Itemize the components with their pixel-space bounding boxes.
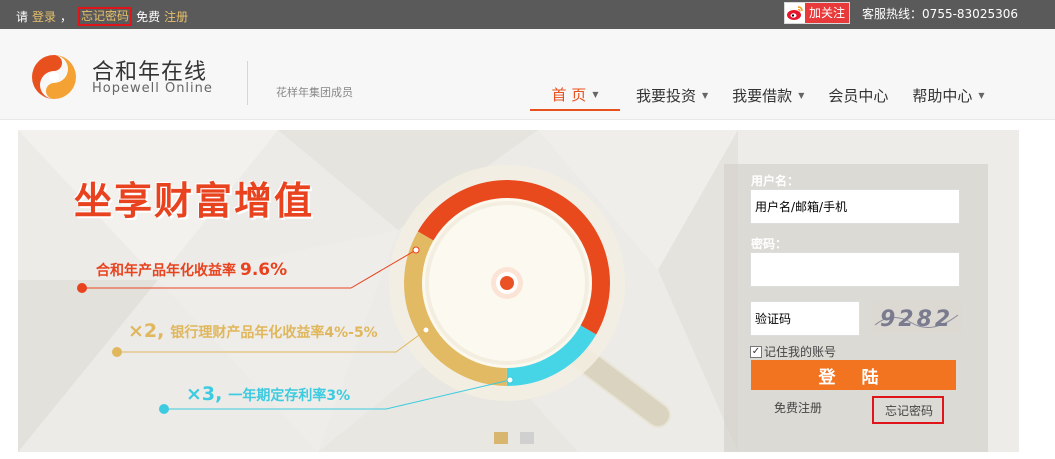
remember-checkbox[interactable]: ✓ — [750, 345, 762, 358]
main-nav: 首 页 ▼ 我要投资 ▼ 我要借款 ▼ 会员中心 帮助中心 ▼ — [530, 79, 1001, 111]
password-label: 密码： — [751, 237, 788, 251]
site-header: 合和年在线 Hopewell Online 花样年集团成员 首 页 ▼ 我要投资… — [0, 29, 1055, 120]
bank-yield-line: ×2, 银行理财产品年化收益率4%-5% — [128, 320, 378, 342]
register-link[interactable]: 注册 — [164, 8, 188, 25]
deposit-rate-text: 一年期定存利率3% — [228, 388, 351, 404]
product-yield-text: 合和年产品年化收益率 — [96, 263, 236, 279]
nav-help-center[interactable]: 帮助中心 ▼ — [904, 79, 992, 111]
banner-slogan: 坐享财富增值 — [74, 179, 315, 223]
password-input[interactable] — [750, 252, 960, 287]
free-register-link[interactable]: 免费注册 — [774, 399, 822, 416]
forgot-password-highlight: 忘记密码 — [872, 396, 944, 424]
product-yield-line: 合和年产品年化收益率 9.6% — [96, 260, 287, 280]
login-panel: 用户名： 密码： 9282 ✓ 记住我的账号 登 陆 免费注册 忘记密码 — [724, 164, 988, 452]
group-member-tagline: 花样年集团成员 — [276, 86, 353, 99]
captcha-image[interactable]: 9282 — [872, 301, 962, 334]
bank-yield-text: 银行理财产品年化收益率4%-5% — [170, 325, 378, 341]
follow-label: 加关注 — [809, 6, 846, 20]
top-bar-right: 加关注 客服热线：0755-83025306 — [784, 2, 1055, 24]
separator-comma: ， — [60, 10, 73, 24]
username-input[interactable] — [750, 189, 960, 224]
carousel-dot-2[interactable] — [520, 432, 534, 444]
nav-invest-label: 我要投资 — [636, 86, 697, 105]
login-submit-button[interactable]: 登 陆 — [751, 360, 956, 390]
captcha-text: 9282 — [880, 307, 953, 332]
chevron-down-icon: ▼ — [798, 90, 805, 100]
remember-me[interactable]: ✓ 记住我的账号 — [750, 343, 836, 360]
weibo-follow-button[interactable]: 加关注 — [784, 2, 851, 24]
weibo-icon — [785, 3, 806, 23]
deposit-multiplier: ×3, — [186, 383, 223, 405]
customer-hotline: 客服热线：0755-83025306 — [862, 6, 1018, 21]
forgot-password-link[interactable]: 忘记密码 — [885, 402, 933, 419]
forgot-password-link-top[interactable]: 忘记密码 — [78, 7, 133, 26]
deposit-rate-line: ×3, 一年期定存利率3% — [186, 383, 350, 405]
nav-member-center-label: 会员中心 — [828, 86, 889, 105]
nav-home[interactable]: 首 页 ▼ — [530, 79, 620, 111]
hopewell-logo-icon[interactable] — [24, 52, 84, 102]
carousel-dot-1[interactable] — [494, 432, 508, 444]
login-link[interactable]: 登录 — [32, 8, 56, 25]
nav-borrow[interactable]: 我要借款 ▼ — [724, 79, 812, 111]
username-label: 用户名： — [751, 174, 800, 188]
nav-borrow-label: 我要借款 — [732, 86, 793, 105]
captcha-input[interactable] — [750, 301, 860, 336]
chevron-down-icon: ▼ — [978, 90, 985, 100]
please-text: 请 — [16, 10, 29, 24]
nav-help-center-label: 帮助中心 — [912, 86, 973, 105]
product-yield-rate: 9.6% — [240, 260, 288, 280]
free-text: 免费 — [136, 10, 161, 24]
remember-label: 记住我的账号 — [764, 345, 837, 359]
chevron-down-icon: ▼ — [702, 90, 709, 100]
nav-home-label: 首 页 — [551, 85, 587, 104]
hero-banner[interactable]: 坐享财富增值 合和年产品年化收益率 9.6% ×2, 银行理财产品年化收益率4%-5… — [18, 130, 1019, 452]
nav-member-center[interactable]: 会员中心 — [820, 79, 896, 111]
nav-invest[interactable]: 我要投资 ▼ — [628, 79, 716, 111]
logo-divider — [247, 61, 248, 105]
logo-english-name: Hopewell Online — [92, 81, 213, 96]
chevron-down-icon: ▼ — [592, 89, 599, 99]
top-bar-links: 请 登录 ， 忘记密码 免费 注册 — [16, 7, 192, 26]
bank-multiplier: ×2, — [128, 320, 165, 342]
top-bar: 请 登录 ， 忘记密码 免费 注册 加关注 客服热线：0755-83025306 — [0, 0, 1055, 29]
